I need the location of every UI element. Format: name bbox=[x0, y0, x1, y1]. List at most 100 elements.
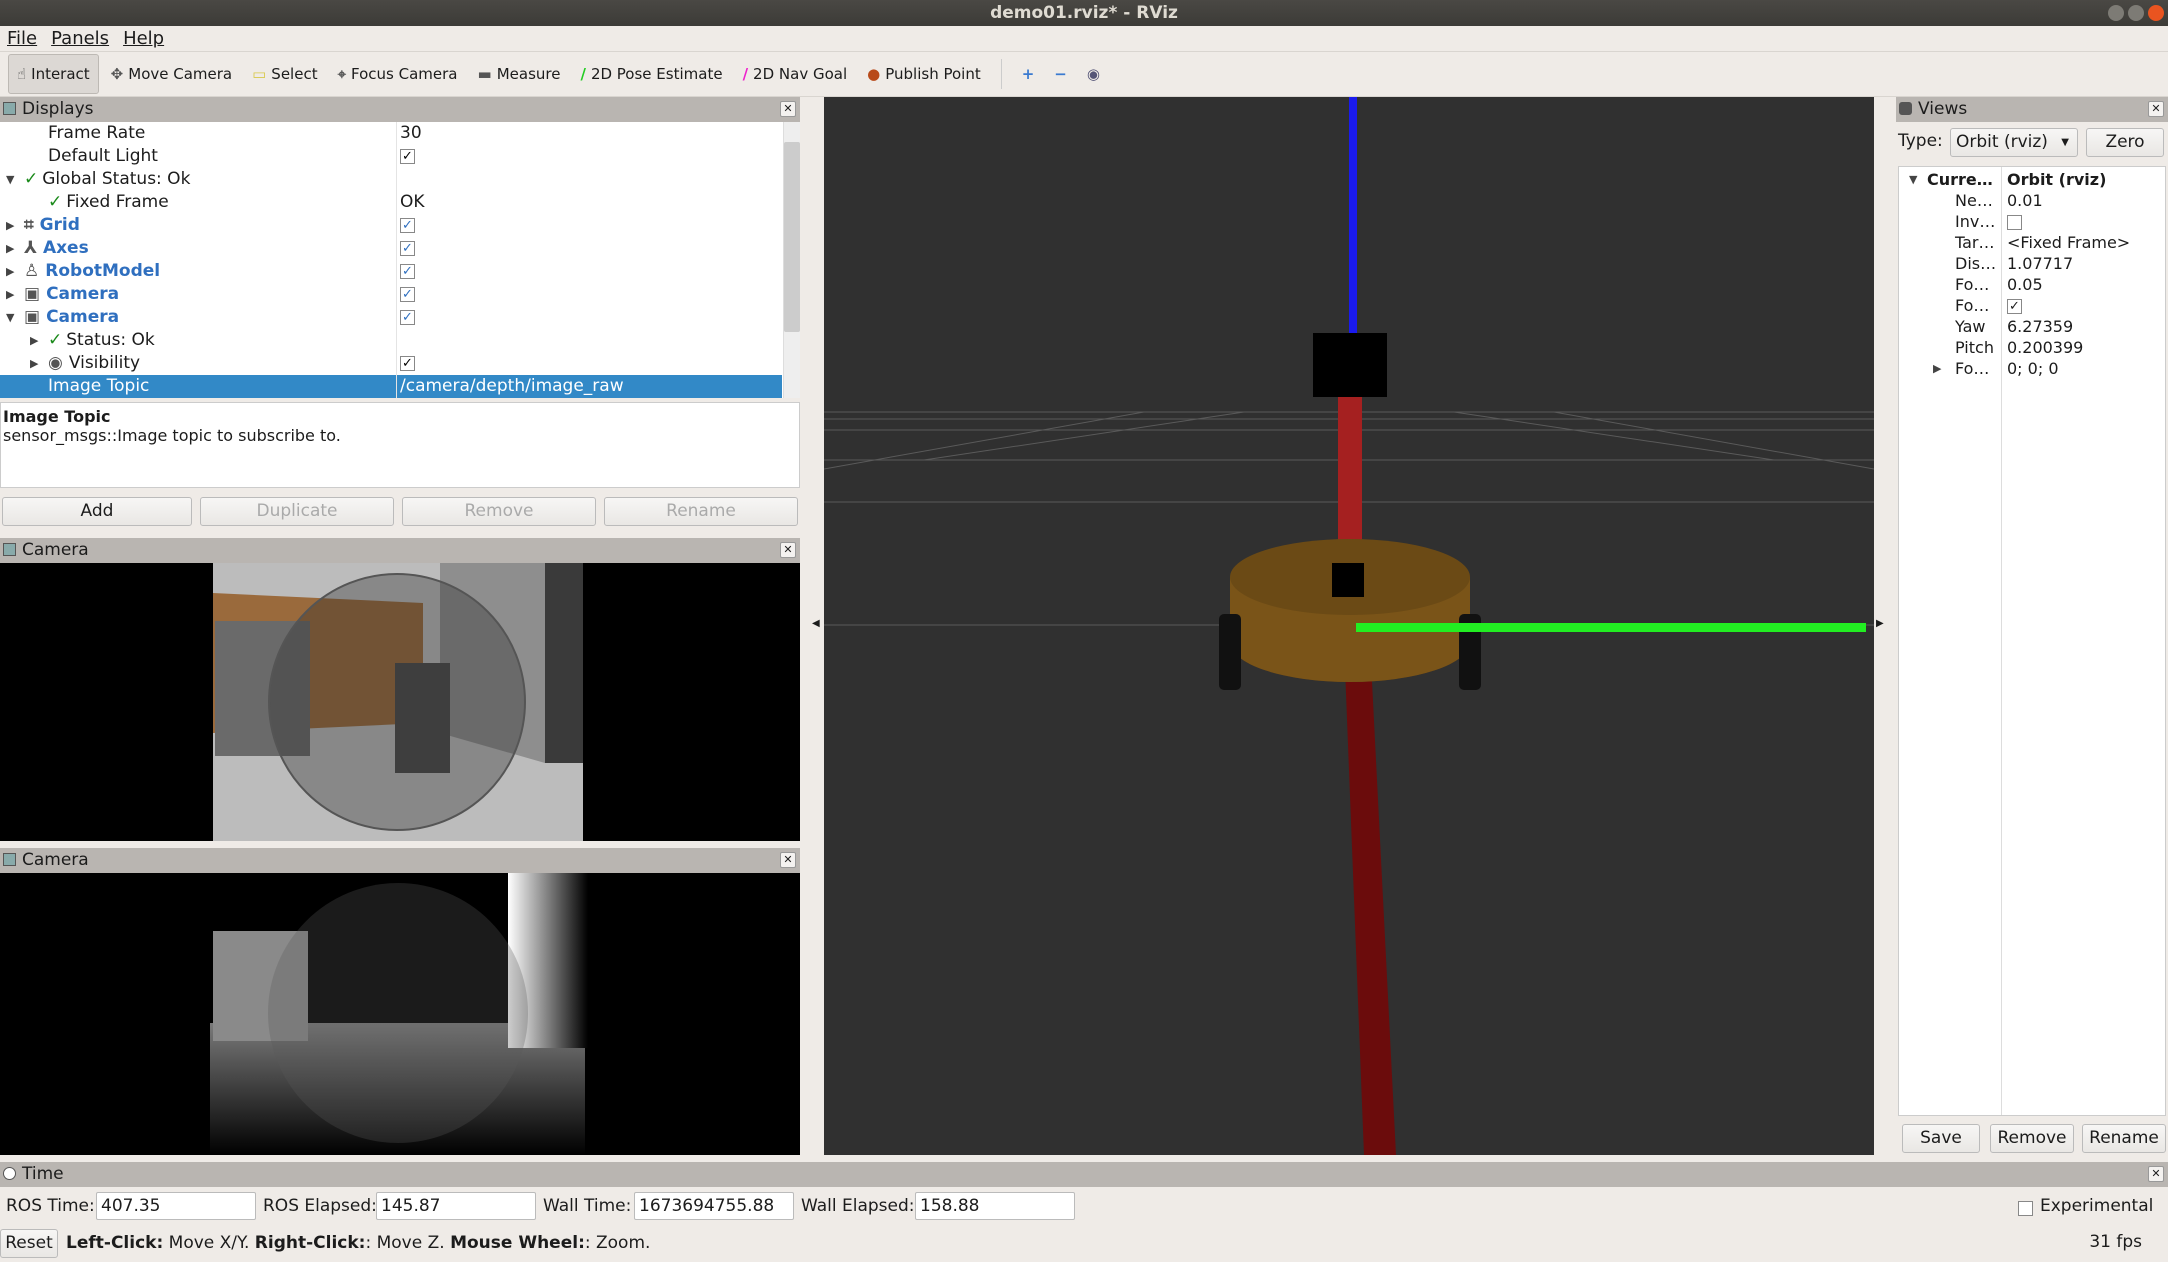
view-property-row[interactable]: ▼ Curre… Orbit (rviz) bbox=[1899, 169, 2168, 190]
display-row[interactable]: ▶ ✓ Status: Ok bbox=[0, 329, 782, 352]
remove-tool-icon[interactable]: − bbox=[1046, 54, 1075, 94]
display-row[interactable]: ▶ ▣ Camera ✓ bbox=[0, 283, 782, 306]
view-options-icon[interactable]: ◉ bbox=[1079, 54, 1108, 94]
menu-panels[interactable]: Panels bbox=[51, 26, 109, 51]
ros-elapsed-field[interactable]: 145.87 bbox=[376, 1192, 536, 1220]
remove-view-button[interactable]: Remove bbox=[1990, 1124, 2074, 1153]
view-property-row[interactable]: Fo… 0.05 bbox=[1899, 274, 2168, 295]
display-name: Camera bbox=[46, 307, 120, 327]
display-row[interactable]: ▼ ▣ Camera ✓ bbox=[0, 306, 782, 329]
display-checkbox[interactable]: ✓ bbox=[400, 237, 415, 260]
tool-select[interactable]: ▭ Select bbox=[244, 54, 325, 94]
experimental-checkbox[interactable] bbox=[2018, 1198, 2033, 1218]
view-property-value[interactable]: 0.05 bbox=[2007, 274, 2043, 295]
display-row[interactable]: Frame Rate 30 bbox=[0, 122, 782, 145]
view-property-row[interactable]: Tar… <Fixed Frame> bbox=[1899, 232, 2168, 253]
view-property-value[interactable]: Orbit (rviz) bbox=[2007, 169, 2106, 190]
3d-render-view[interactable] bbox=[824, 97, 1874, 1155]
expand-arrow-icon[interactable]: ▼ bbox=[6, 168, 14, 191]
display-value[interactable]: 30 bbox=[400, 122, 422, 145]
view-property-row[interactable]: Yaw 6.27359 bbox=[1899, 316, 2168, 337]
display-row[interactable]: ▶ ◉ Visibility ✓ bbox=[0, 352, 782, 375]
display-checkbox[interactable]: ✓ bbox=[400, 352, 415, 375]
save-view-button[interactable]: Save bbox=[1902, 1124, 1980, 1153]
display-row[interactable]: ✓ Fixed Frame OK bbox=[0, 191, 782, 214]
axes-icon: ⅄ bbox=[24, 238, 37, 258]
collapse-arrow-icon[interactable]: ▶ bbox=[6, 260, 14, 283]
display-value[interactable]: /camera/depth/image_raw bbox=[400, 375, 624, 398]
close-icon[interactable]: ✕ bbox=[780, 852, 796, 868]
rename-view-button[interactable]: Rename bbox=[2082, 1124, 2166, 1153]
ros-time-field[interactable]: 407.35 bbox=[96, 1192, 256, 1220]
close-icon[interactable]: ✕ bbox=[780, 101, 796, 117]
collapse-left-arrow[interactable]: ◀ bbox=[812, 618, 820, 629]
collapse-arrow-icon[interactable]: ▶ bbox=[30, 352, 38, 375]
view-property-value[interactable]: 0.01 bbox=[2007, 190, 2043, 211]
tool-publish-point[interactable]: ● Publish Point bbox=[859, 54, 989, 94]
move-camera-icon: ✥ bbox=[110, 65, 124, 83]
display-row[interactable]: Default Light ✓ bbox=[0, 145, 782, 168]
maximize-button[interactable] bbox=[2128, 5, 2144, 21]
add-button[interactable]: Add bbox=[2, 497, 192, 526]
reset-button[interactable]: Reset bbox=[0, 1229, 58, 1258]
view-property-name: Tar… bbox=[1955, 233, 1995, 252]
zero-button[interactable]: Zero bbox=[2086, 128, 2164, 157]
add-tool-icon[interactable]: + bbox=[1014, 54, 1043, 94]
display-checkbox[interactable]: ✓ bbox=[400, 283, 415, 306]
remove-button[interactable]: Remove bbox=[402, 497, 596, 526]
tool-focus-camera[interactable]: ⌖ Focus Camera bbox=[330, 54, 466, 94]
close-icon[interactable]: ✕ bbox=[2148, 101, 2164, 117]
view-property-value[interactable]: 0; 0; 0 bbox=[2007, 358, 2059, 379]
view-property-checkbox[interactable] bbox=[2007, 211, 2022, 232]
wall-elapsed-field[interactable]: 158.88 bbox=[915, 1192, 1075, 1220]
duplicate-button[interactable]: Duplicate bbox=[200, 497, 394, 526]
display-checkbox[interactable]: ✓ bbox=[400, 306, 415, 329]
view-property-value[interactable]: <Fixed Frame> bbox=[2007, 232, 2130, 253]
tool-move-camera[interactable]: ✥ Move Camera bbox=[103, 54, 240, 94]
display-checkbox[interactable]: ✓ bbox=[400, 145, 415, 168]
display-row[interactable]: ▶ ⅄ Axes ✓ bbox=[0, 237, 782, 260]
view-property-value[interactable]: 6.27359 bbox=[2007, 316, 2073, 337]
camera-depth-image bbox=[0, 873, 800, 1155]
display-row[interactable]: ▼ ✓ Global Status: Ok bbox=[0, 168, 782, 191]
left-wheel bbox=[1219, 614, 1241, 690]
tool-measure[interactable]: ▬ Measure bbox=[470, 54, 569, 94]
tool-2d-nav-goal[interactable]: /2D Nav Goal bbox=[735, 54, 856, 94]
tool-interact[interactable]: ☝ Interact bbox=[8, 54, 99, 94]
collapse-arrow-icon[interactable]: ▶ bbox=[1933, 358, 1941, 379]
view-property-row[interactable]: Ne… 0.01 bbox=[1899, 190, 2168, 211]
close-icon[interactable]: ✕ bbox=[2148, 1166, 2164, 1182]
expand-arrow-icon[interactable]: ▼ bbox=[1909, 169, 1917, 190]
close-icon[interactable]: ✕ bbox=[780, 542, 796, 558]
view-property-value[interactable]: 1.07717 bbox=[2007, 253, 2073, 274]
view-property-checkbox[interactable]: ✓ bbox=[2007, 295, 2022, 316]
expand-arrow-icon[interactable]: ▼ bbox=[6, 306, 14, 329]
view-property-row[interactable]: Dis… 1.07717 bbox=[1899, 253, 2168, 274]
collapse-arrow-icon[interactable]: ▶ bbox=[6, 214, 14, 237]
collapse-arrow-icon[interactable]: ▶ bbox=[30, 329, 38, 352]
display-row[interactable]: Image Topic/camera/depth/image_raw bbox=[0, 375, 782, 398]
view-property-row[interactable]: Fo… ✓ bbox=[1899, 295, 2168, 316]
rename-button[interactable]: Rename bbox=[604, 497, 798, 526]
view-type-dropdown[interactable]: Orbit (rviz) ▼ bbox=[1950, 128, 2078, 157]
display-value[interactable]: OK bbox=[400, 191, 425, 214]
tool-2d-pose-estimate[interactable]: /2D Pose Estimate bbox=[572, 54, 730, 94]
display-checkbox[interactable]: ✓ bbox=[400, 260, 415, 283]
collapse-arrow-icon[interactable]: ▶ bbox=[6, 283, 14, 306]
menu-file[interactable]: File bbox=[7, 26, 37, 51]
view-property-row[interactable]: Pitch 0.200399 bbox=[1899, 337, 2168, 358]
displays-scrollbar[interactable] bbox=[783, 122, 800, 398]
view-property-row[interactable]: ▶ Fo… 0; 0; 0 bbox=[1899, 358, 2168, 379]
type-label: Type: bbox=[1898, 131, 1943, 151]
minimize-button[interactable] bbox=[2108, 5, 2124, 21]
menu-help[interactable]: Help bbox=[123, 26, 164, 51]
view-property-value[interactable]: 0.200399 bbox=[2007, 337, 2083, 358]
display-row[interactable]: ▶ ♙ RobotModel ✓ bbox=[0, 260, 782, 283]
close-button[interactable] bbox=[2148, 5, 2164, 21]
collapse-right-arrow[interactable]: ▶ bbox=[1876, 618, 1884, 629]
wall-time-field[interactable]: 1673694755.88 bbox=[634, 1192, 794, 1220]
collapse-arrow-icon[interactable]: ▶ bbox=[6, 237, 14, 260]
display-row[interactable]: ▶ ⌗ Grid ✓ bbox=[0, 214, 782, 237]
display-checkbox[interactable]: ✓ bbox=[400, 214, 415, 237]
view-property-row[interactable]: Inv… bbox=[1899, 211, 2168, 232]
